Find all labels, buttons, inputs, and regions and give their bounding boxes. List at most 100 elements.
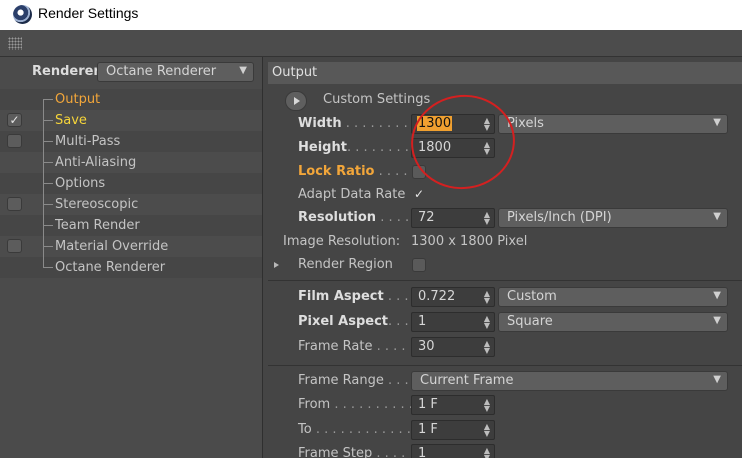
adapt-data-rate-label: Adapt Data Rate — [298, 187, 406, 202]
lock-ratio-checkbox[interactable] — [412, 165, 426, 179]
tree-connector — [43, 120, 53, 121]
resolution-unit-value: Pixels/Inch (DPI) — [507, 210, 612, 225]
chevron-down-icon: ▼ — [713, 211, 721, 222]
tree-connector — [43, 225, 53, 226]
tree-connector — [43, 246, 53, 247]
section-title: Output — [272, 65, 318, 80]
sidebar-item-label: Multi-Pass — [55, 134, 121, 149]
output-panel: Output Custom Settings Width . . . . . .… — [264, 57, 742, 458]
height-label: Height. . . . . . . . . — [298, 140, 418, 155]
spinner-arrows-icon[interactable]: ▲ ▼ — [484, 290, 490, 305]
title-bar: Render Settings — [0, 0, 742, 30]
sidebar-item-save[interactable]: ✓ Save — [0, 110, 262, 131]
expand-arrow-icon[interactable] — [274, 262, 279, 268]
tree-connector — [43, 162, 53, 163]
renderer-dropdown[interactable]: Octane Renderer ▼ — [97, 62, 254, 82]
adapt-data-rate-checkbox[interactable]: ✓ — [412, 188, 426, 202]
sidebar-item-label: Save — [55, 113, 87, 128]
sidebar-item-material-override[interactable]: Material Override — [0, 236, 262, 257]
spinner-arrows-icon[interactable]: ▲ ▼ — [484, 423, 490, 438]
from-label: From . . . . . . . . . . — [298, 397, 413, 412]
resolution-input[interactable]: 72 ▲ ▼ — [411, 208, 495, 228]
enable-checkbox[interactable] — [7, 197, 22, 211]
width-label: Width . . . . . . . . . — [298, 116, 416, 131]
width-unit-dropdown[interactable]: Pixels ▼ — [498, 114, 728, 134]
sidebar-item-label: Team Render — [55, 218, 140, 233]
spinner-arrows-icon[interactable]: ▲ ▼ — [484, 340, 490, 355]
tree-connector — [43, 99, 53, 100]
pixel-aspect-input[interactable]: 1 ▲ ▼ — [411, 312, 495, 332]
sidebar-item-team-render[interactable]: Team Render — [0, 215, 262, 236]
width-input[interactable]: 1300 ▲ ▼ — [411, 114, 495, 134]
spinner-arrows-icon[interactable]: ▲ ▼ — [484, 447, 490, 458]
sidebar-item-label: Octane Renderer — [55, 260, 166, 275]
sidebar-item-options[interactable]: Options — [0, 173, 262, 194]
spinner-arrows-icon[interactable]: ▲ ▼ — [484, 211, 490, 226]
enable-checkbox[interactable] — [7, 134, 22, 148]
frame-range-label: Frame Range . . . — [298, 373, 409, 388]
pixel-aspect-dropdown[interactable]: Square ▼ — [498, 312, 728, 332]
toolbar — [0, 30, 742, 57]
to-label: To . . . . . . . . . . . . . — [298, 422, 420, 437]
tree-connector — [43, 141, 53, 142]
chevron-down-icon: ▼ — [713, 117, 721, 128]
chevron-down-icon: ▼ — [713, 374, 721, 385]
grip-handle-icon[interactable] — [8, 37, 22, 50]
frame-range-dropdown[interactable]: Current Frame ▼ — [411, 371, 728, 391]
checkmark-icon: ✓ — [413, 187, 425, 201]
chevron-down-icon: ▼ — [713, 315, 721, 326]
frame-step-input[interactable]: 1 ▲ ▼ — [411, 444, 495, 458]
resolution-unit-dropdown[interactable]: Pixels/Inch (DPI) ▼ — [498, 208, 728, 228]
renderer-label: Renderer — [32, 64, 100, 79]
sidebar-item-label: Material Override — [55, 239, 169, 254]
pixel-aspect-preset: Square — [507, 314, 553, 329]
custom-settings-play-button[interactable] — [285, 91, 307, 111]
spinner-arrows-icon[interactable]: ▲ ▼ — [484, 398, 490, 413]
from-value: 1 F — [418, 397, 438, 412]
settings-sidebar: Renderer Octane Renderer ▼ Output ✓ Save Mu… — [0, 57, 263, 458]
sidebar-item-output[interactable]: Output — [0, 89, 262, 110]
frame-range-value: Current Frame — [420, 373, 514, 388]
film-aspect-input[interactable]: 0.722 ▲ ▼ — [411, 287, 495, 307]
sidebar-item-anti-aliasing[interactable]: Anti-Aliasing — [0, 152, 262, 173]
pixel-aspect-value: 1 — [418, 314, 427, 329]
width-value: 1300 — [417, 116, 453, 131]
tree-connector — [43, 204, 53, 205]
spinner-arrows-icon[interactable]: ▲ ▼ — [484, 141, 490, 156]
renderer-row: Renderer Octane Renderer ▼ — [0, 57, 262, 87]
render-region-checkbox[interactable] — [412, 258, 426, 272]
chevron-down-icon: ▼ — [239, 65, 247, 76]
sidebar-item-octane-renderer[interactable]: Octane Renderer — [0, 257, 262, 278]
divider — [268, 365, 742, 366]
frame-rate-label: Frame Rate . . . . . — [298, 339, 414, 354]
tree-connector — [43, 267, 53, 268]
resolution-label: Resolution . . . . . — [298, 210, 418, 225]
enable-checkbox[interactable]: ✓ — [7, 113, 22, 127]
film-aspect-preset: Custom — [507, 289, 557, 304]
film-aspect-dropdown[interactable]: Custom ▼ — [498, 287, 728, 307]
render-region-label: Render Region — [298, 257, 393, 272]
section-header-output: Output — [268, 62, 742, 84]
height-input[interactable]: 1800 ▲ ▼ — [411, 138, 495, 158]
lock-ratio-label: Lock Ratio . . . . . — [298, 164, 416, 179]
to-value: 1 F — [418, 422, 438, 437]
custom-settings-label: Custom Settings — [323, 92, 431, 107]
sidebar-item-label: Anti-Aliasing — [55, 155, 137, 170]
cinema4d-logo-icon — [13, 5, 32, 24]
sidebar-item-stereoscopic[interactable]: Stereoscopic — [0, 194, 262, 215]
divider — [268, 280, 742, 281]
spinner-arrows-icon[interactable]: ▲ ▼ — [484, 117, 490, 132]
sidebar-item-label: Stereoscopic — [55, 197, 139, 212]
spinner-arrows-icon[interactable]: ▲ ▼ — [484, 315, 490, 330]
pixel-aspect-label: Pixel Aspect. . . . — [298, 314, 417, 329]
to-input[interactable]: 1 F ▲ ▼ — [411, 420, 495, 440]
sidebar-item-label: Options — [55, 176, 106, 191]
from-input[interactable]: 1 F ▲ ▼ — [411, 395, 495, 415]
image-resolution-label: Image Resolution: — [283, 234, 401, 249]
enable-checkbox[interactable] — [7, 239, 22, 253]
width-unit-value: Pixels — [507, 116, 544, 131]
resolution-value: 72 — [418, 210, 435, 225]
frame-rate-input[interactable]: 30 ▲ ▼ — [411, 337, 495, 357]
sidebar-item-multi-pass[interactable]: Multi-Pass — [0, 131, 262, 152]
film-aspect-label: Film Aspect . . . . — [298, 289, 417, 304]
